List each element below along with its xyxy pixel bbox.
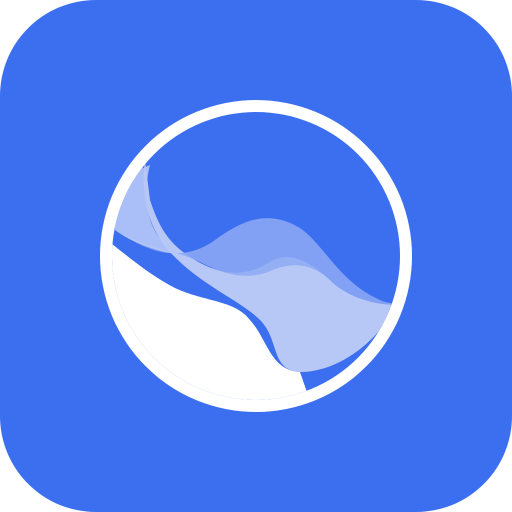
app-icon-graphic [0, 0, 512, 512]
app-icon[interactable] [0, 0, 512, 512]
